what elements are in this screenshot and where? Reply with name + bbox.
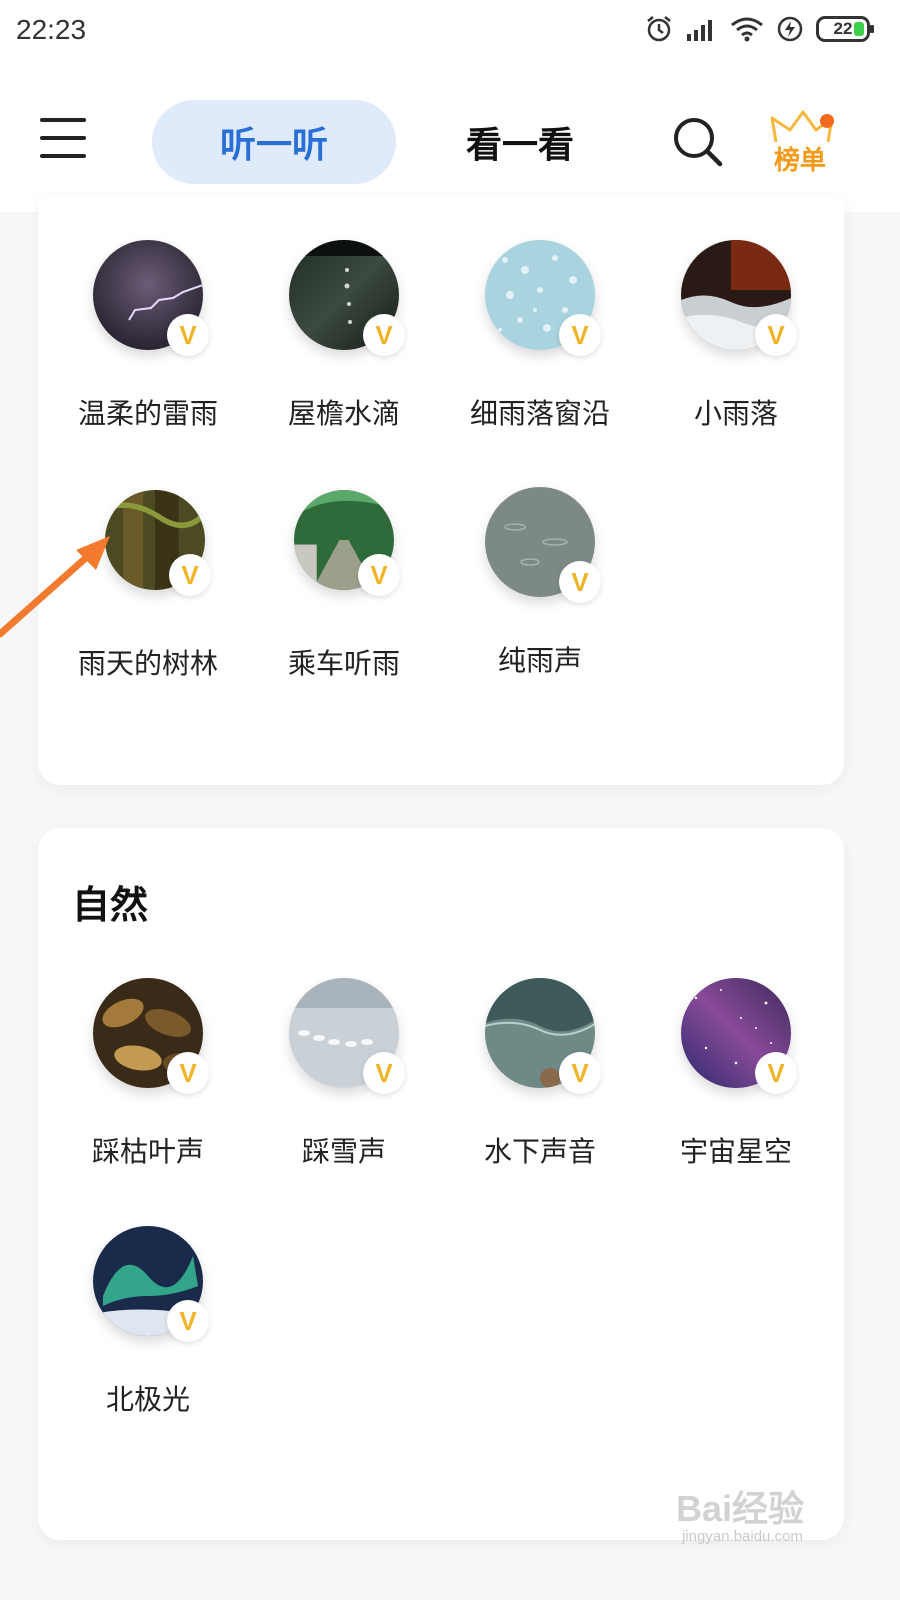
section-title: 自然 xyxy=(72,883,149,927)
alarm-icon xyxy=(647,16,671,42)
watermark: Bai经验 jingyan.baidu.com xyxy=(676,1474,846,1554)
sound-label: 细雨落窗沿 xyxy=(469,397,610,430)
sound-thumbnail: V xyxy=(681,978,797,1094)
sound-thumbnail: V xyxy=(289,978,405,1094)
charging-icon xyxy=(777,16,803,42)
vip-badge: V xyxy=(167,1052,209,1094)
menu-icon xyxy=(40,118,86,122)
sound-label: 小雨落 xyxy=(693,397,778,430)
vip-badge: V xyxy=(559,561,601,603)
vip-badge: V xyxy=(363,314,405,356)
sound-label: 宇宙星空 xyxy=(679,1135,792,1168)
watermark-sub: jingyan.baidu.com xyxy=(682,1528,803,1545)
sound-thumbnail: V xyxy=(93,1226,209,1342)
top-header: 听一听 看一看 榜单 xyxy=(0,62,900,212)
status-bar: 22:23 22 xyxy=(0,0,900,62)
sound-label: 雨天的树林 xyxy=(77,647,218,680)
sound-thumbnail: V xyxy=(294,490,400,596)
sound-thumbnail: V xyxy=(93,240,209,356)
sound-item[interactable]: V 温柔的雷雨 xyxy=(50,240,246,460)
sound-label: 踩枯叶声 xyxy=(91,1135,204,1168)
search-icon xyxy=(674,118,723,167)
sound-item[interactable]: V 细雨落窗沿 xyxy=(442,240,638,460)
sound-thumbnail: V xyxy=(93,978,209,1094)
sound-item[interactable]: V 乘车听雨 xyxy=(246,490,442,710)
vip-badge: V xyxy=(167,1300,209,1342)
sound-item[interactable]: V 北极光 xyxy=(50,1226,246,1446)
sound-label: 纯雨声 xyxy=(497,644,582,677)
vip-badge: V xyxy=(755,1052,797,1094)
sound-item[interactable]: V 小雨落 xyxy=(638,240,834,460)
sound-item[interactable]: V 屋檐水滴 xyxy=(246,240,442,460)
sound-label: 屋檐水滴 xyxy=(287,397,400,430)
sound-thumbnail: V xyxy=(681,240,797,356)
sound-item[interactable]: V 宇宙星空 xyxy=(638,978,834,1198)
ranking-button[interactable]: 榜单 xyxy=(770,108,840,180)
vip-badge: V xyxy=(167,314,209,356)
search-button[interactable] xyxy=(670,114,726,170)
sound-item[interactable]: V 水下声音 xyxy=(442,978,638,1198)
sound-label: 水下声音 xyxy=(483,1135,596,1168)
sound-item[interactable]: V 踩雪声 xyxy=(246,978,442,1198)
sound-thumbnail: V xyxy=(484,978,601,1094)
sound-label: 乘车听雨 xyxy=(287,647,400,680)
notification-dot xyxy=(820,114,834,128)
ranking-label: 榜单 xyxy=(774,146,827,176)
sound-item[interactable]: V 纯雨声 xyxy=(442,487,638,707)
battery-icon: 22 xyxy=(816,16,874,42)
nature-sounds-card: 自然 V 踩枯叶声 V 踩雪声 V 水下声音 V 宇宙星空 V 北极光 xyxy=(38,828,844,1540)
sound-label: 温柔的雷雨 xyxy=(77,397,218,430)
vip-badge: V xyxy=(559,1052,601,1094)
vip-badge: V xyxy=(358,554,400,596)
app-screen: 22:23 22 听一听 看一看 榜单 V 温柔的雷雨 V 屋檐水滴 V 细雨落… xyxy=(0,0,900,1600)
status-time: 22:23 xyxy=(16,14,87,45)
menu-button[interactable] xyxy=(40,118,86,158)
watermark-main: Bai经验 xyxy=(676,1488,805,1529)
tab-listen[interactable]: 听一听 xyxy=(152,100,396,184)
wifi-icon xyxy=(731,17,763,42)
vip-badge: V xyxy=(363,1052,405,1094)
signal-icon xyxy=(687,20,712,41)
vip-badge: V xyxy=(559,314,601,356)
sound-thumbnail: V xyxy=(485,487,601,603)
sound-item[interactable]: V 踩枯叶声 xyxy=(50,978,246,1198)
status-icons: 22 xyxy=(644,14,874,44)
tab-watch[interactable]: 看一看 xyxy=(430,100,610,184)
sound-thumbnail: V xyxy=(289,240,405,356)
battery-level: 22 xyxy=(833,19,853,38)
sound-thumbnail: V xyxy=(104,490,211,596)
sound-label: 踩雪声 xyxy=(301,1135,386,1168)
vip-badge: V xyxy=(169,554,211,596)
vip-badge: V xyxy=(755,314,797,356)
sound-thumbnail: V xyxy=(485,240,601,356)
rain-sounds-card: V 温柔的雷雨 V 屋檐水滴 V 细雨落窗沿 V 小雨落 V 雨天的树林 V 乘… xyxy=(38,195,844,785)
annotation-arrow-icon xyxy=(0,536,110,638)
sound-label: 北极光 xyxy=(105,1383,190,1416)
